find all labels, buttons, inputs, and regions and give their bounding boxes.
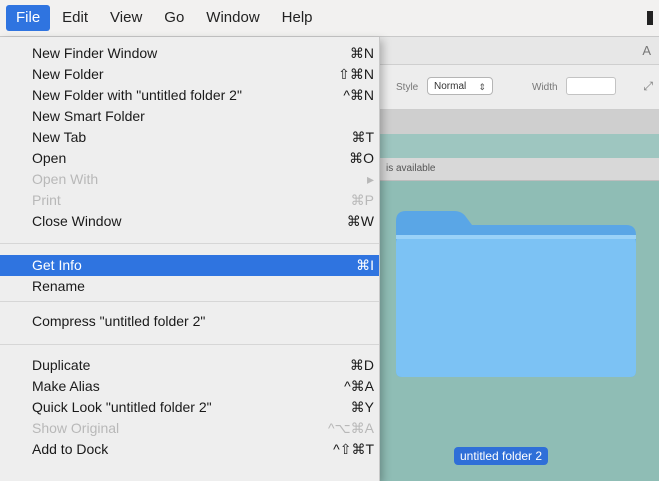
menu-item-show-original: Show Original ^⌥⌘A — [0, 418, 379, 439]
menu-item-shortcut: ^⌘N — [343, 87, 374, 103]
folder-icon[interactable] — [390, 203, 642, 379]
menu-item-label: New Folder with "untitled folder 2" — [32, 87, 242, 103]
menu-item-rename[interactable]: Rename — [0, 276, 379, 297]
menubar-status-icon[interactable] — [647, 11, 653, 25]
status-bar: is available — [380, 158, 659, 181]
menu-item-shortcut: ⌘I — [356, 257, 374, 273]
menu-item-open[interactable]: Open ⌘O — [0, 148, 379, 169]
menu-item-label: Duplicate — [32, 357, 91, 373]
toolbar-corner-icon: ⤢ — [643, 79, 653, 93]
menu-item-label: New Finder Window — [32, 45, 158, 61]
menu-item-label: Compress "untitled folder 2" — [32, 313, 206, 329]
width-field[interactable] — [566, 77, 616, 95]
menu-item-get-info[interactable]: Get Info ⌘I — [0, 255, 379, 276]
menu-item-close-window[interactable]: Close Window ⌘W — [0, 211, 379, 232]
menu-go[interactable]: Go — [154, 5, 194, 31]
menu-item-label: Add to Dock — [32, 441, 109, 457]
menu-separator — [0, 301, 379, 302]
menu-separator — [0, 243, 379, 244]
menu-item-new-folder[interactable]: New Folder ⇧⌘N — [0, 64, 379, 85]
menu-item-open-with: Open With ▸ — [0, 169, 379, 190]
style-label: Style — [396, 82, 419, 93]
folder-name-label[interactable]: untitled folder 2 — [454, 447, 549, 465]
icon-view-area — [380, 181, 659, 481]
menu-item-shortcut: ^⌥⌘A — [327, 420, 374, 436]
menu-item-shortcut: ⌘P — [350, 192, 374, 208]
title-bar-glyph: A — [642, 43, 651, 58]
style-select[interactable]: Normal ⇕ — [427, 77, 493, 95]
menu-item-shortcut: ^⇧⌘T — [333, 441, 374, 457]
style-select-value: Normal — [434, 81, 467, 92]
menu-item-label: Make Alias — [32, 378, 100, 394]
menu-item-label: Rename — [32, 278, 85, 294]
finder-window: A Style Normal ⇕ Width ⤢ is available un… — [380, 37, 659, 481]
menu-item-new-folder-with-selection[interactable]: New Folder with "untitled folder 2" ^⌘N — [0, 85, 379, 106]
menu-item-shortcut: ⌘T — [351, 129, 374, 145]
menu-view[interactable]: View — [100, 5, 152, 31]
menu-item-label: New Smart Folder — [32, 108, 145, 124]
submenu-arrow-icon: ▸ — [366, 171, 374, 187]
menu-item-new-tab[interactable]: New Tab ⌘T — [0, 127, 379, 148]
menu-item-label: Close Window — [32, 213, 122, 229]
menu-item-label: New Folder — [32, 66, 104, 82]
width-label: Width — [532, 82, 558, 93]
menu-item-label: Print — [32, 192, 61, 208]
menu-item-new-finder-window[interactable]: New Finder Window ⌘N — [0, 43, 379, 64]
menu-item-shortcut: ⌘Y — [350, 399, 374, 415]
file-menu: New Finder Window ⌘N New Folder ⇧⌘N New … — [0, 37, 380, 481]
menu-item-duplicate[interactable]: Duplicate ⌘D — [0, 355, 379, 376]
finder-title-bar: A — [380, 37, 659, 65]
menu-item-quick-look[interactable]: Quick Look "untitled folder 2" ⌘Y — [0, 397, 379, 418]
menu-file[interactable]: File — [6, 5, 51, 31]
menu-item-shortcut: ⌘W — [346, 213, 374, 229]
menu-item-label: Quick Look "untitled folder 2" — [32, 399, 212, 415]
menu-bar: File Edit View Go Window Help — [0, 0, 659, 37]
menu-window[interactable]: Window — [196, 5, 269, 31]
menu-separator — [0, 344, 379, 345]
menu-item-shortcut: ⌘D — [349, 357, 374, 373]
menu-item-add-to-dock[interactable]: Add to Dock ^⇧⌘T — [0, 439, 379, 460]
menu-item-shortcut: ^⌘A — [344, 378, 374, 394]
menu-item-shortcut: ⌘N — [349, 45, 374, 61]
finder-path-strip — [380, 110, 659, 134]
menu-item-shortcut: ⇧⌘N — [338, 66, 374, 82]
menu-item-make-alias[interactable]: Make Alias ^⌘A — [0, 376, 379, 397]
menu-item-compress[interactable]: Compress "untitled folder 2" — [0, 311, 379, 332]
menu-item-shortcut: ⌘O — [349, 150, 374, 166]
select-arrows-icon: ⇕ — [478, 82, 486, 92]
menu-item-label: Open — [32, 150, 67, 166]
menu-item-label: Open With — [32, 171, 99, 187]
menu-item-label: Get Info — [32, 257, 82, 273]
menu-item-label: New Tab — [32, 129, 87, 145]
menu-help[interactable]: Help — [272, 5, 323, 31]
menu-item-label: Show Original — [32, 420, 120, 436]
menu-edit[interactable]: Edit — [52, 5, 98, 31]
menu-item-print: Print ⌘P — [0, 190, 379, 211]
finder-toolbar: Style Normal ⇕ Width ⤢ — [380, 65, 659, 110]
status-text: is available — [386, 163, 436, 174]
menu-item-new-smart-folder[interactable]: New Smart Folder — [0, 106, 379, 127]
